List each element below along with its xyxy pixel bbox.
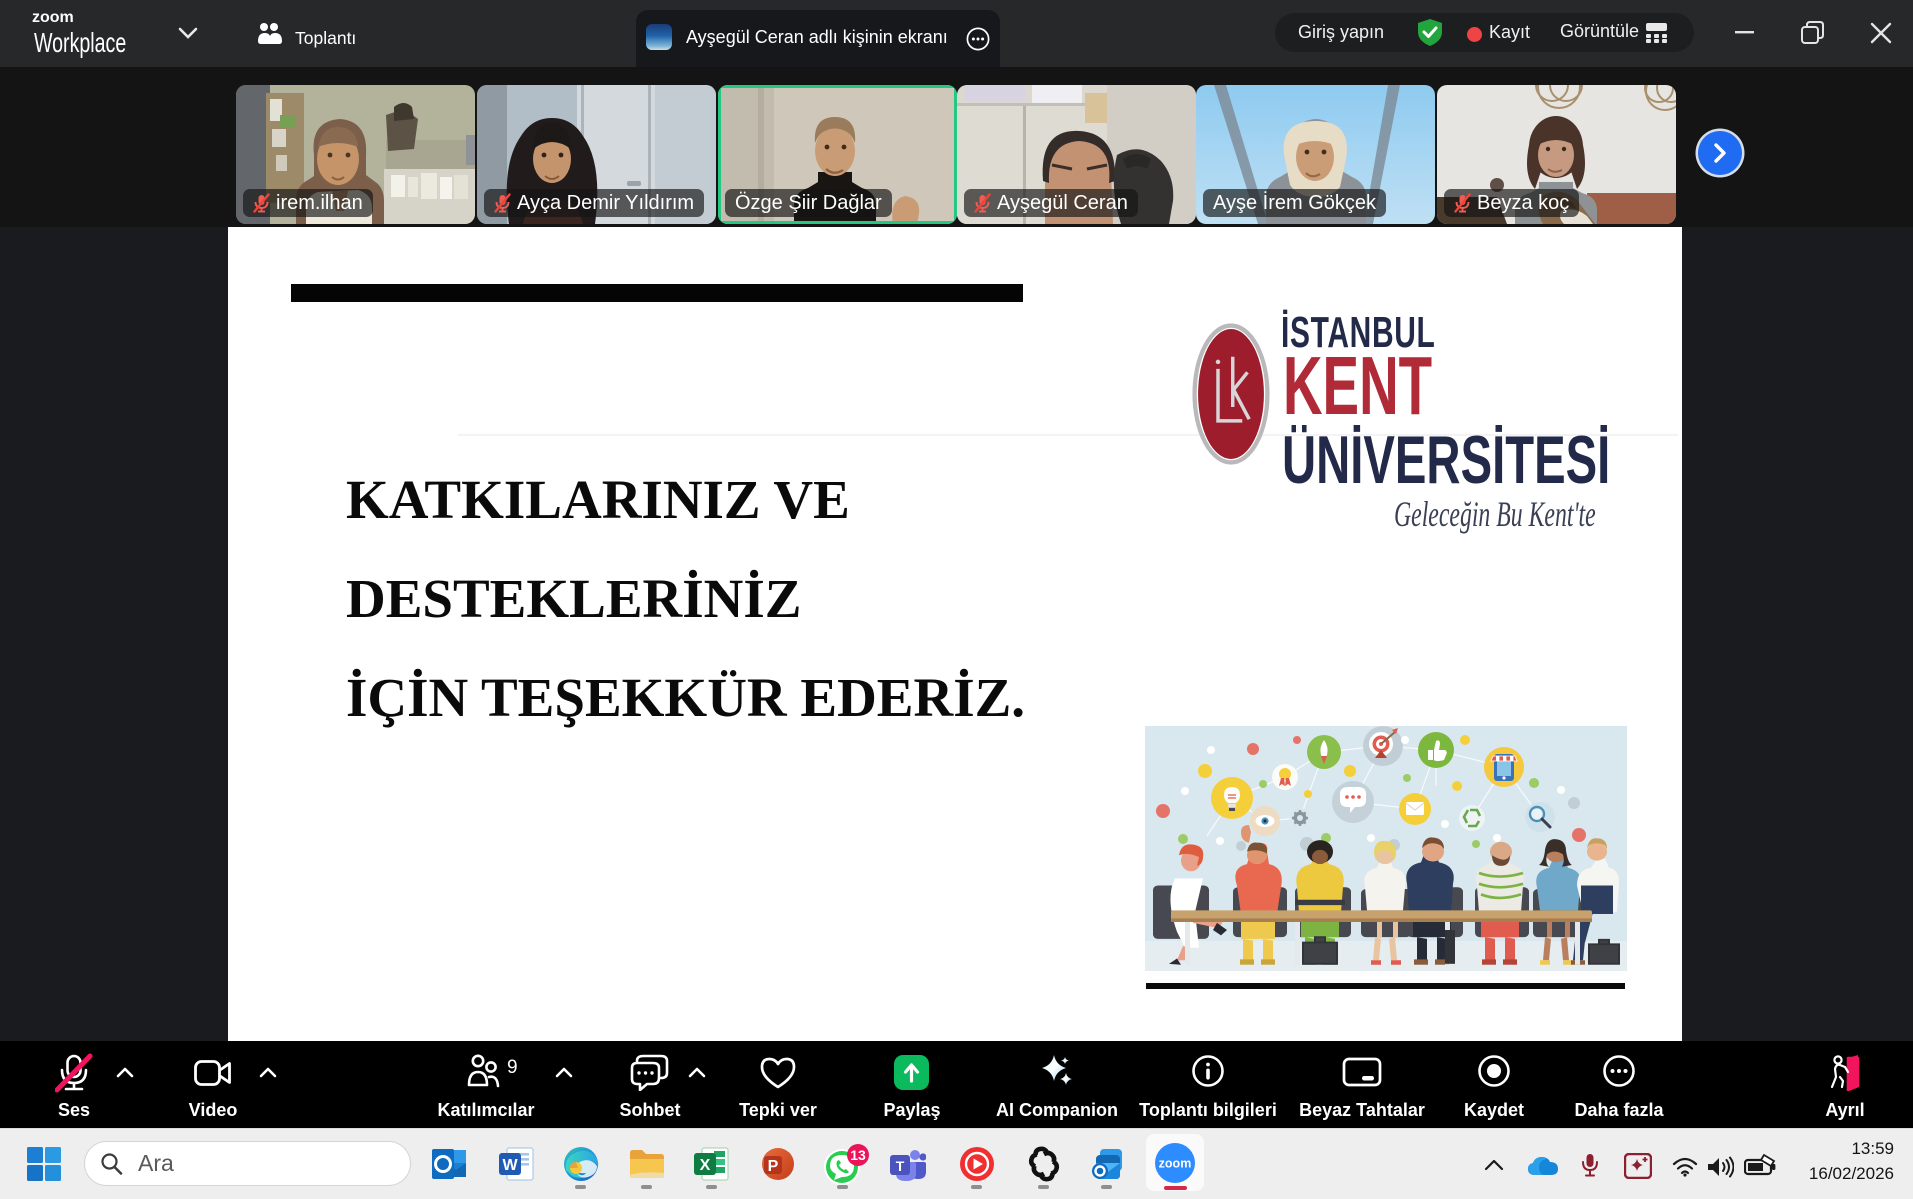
svg-text:W: W: [502, 1157, 518, 1174]
svg-text:zoom: zoom: [1159, 1157, 1192, 1171]
svg-text:T: T: [896, 1158, 905, 1174]
svg-text:X: X: [700, 1157, 711, 1174]
svg-text:13: 13: [850, 1147, 866, 1163]
svg-text:P: P: [768, 1158, 779, 1175]
